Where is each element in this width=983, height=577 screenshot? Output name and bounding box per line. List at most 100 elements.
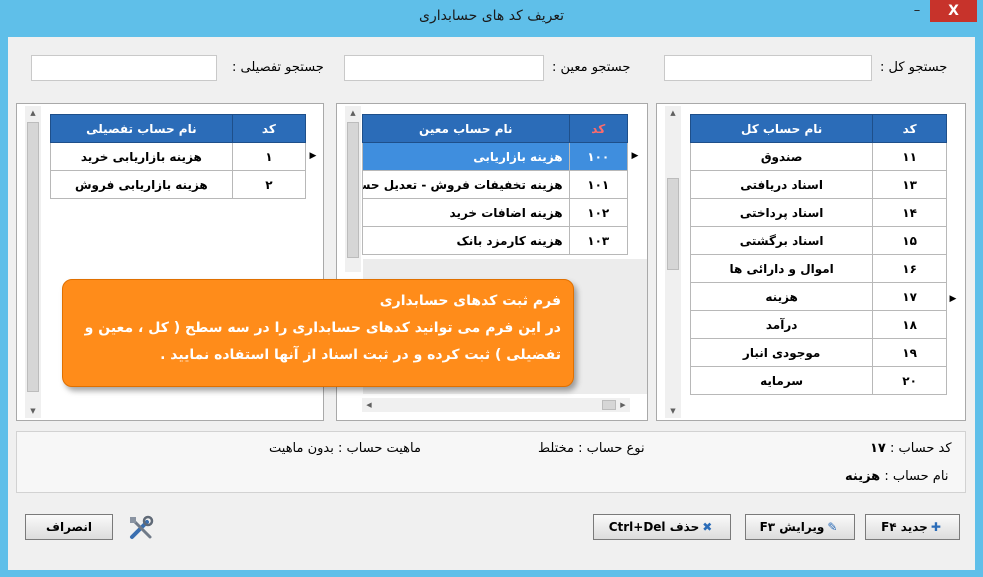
delete-x-icon: ✖ [702,520,713,534]
cell-code: ۱۸ [872,310,947,339]
search-general-label: جستجو کل : [880,60,948,75]
scroll-thumb[interactable] [667,178,679,270]
cell-code: ۱۰۰ [568,142,629,171]
window-title: تعریف کد های حسابداری [419,8,564,24]
account-code-field: کد حساب : ۱۷ [870,441,952,456]
row-indicator-icon: ▶ [631,151,639,161]
cell-code: ۲۰ [872,366,947,395]
moein-name-header[interactable]: نام حساب معین [362,114,570,143]
cell-name: هزینه تخفیفات فروش - تعدیل حسا [362,170,570,199]
scroll-down-arrow-icon[interactable]: ▼ [25,404,41,418]
cell-code: ۱۹ [872,338,947,367]
cell-code: ۲ [231,170,307,199]
cell-code: ۱۵ [872,226,947,255]
account-details-panel [16,431,966,493]
table-row[interactable]: ۱۵ اسناد برگشتی [689,226,947,255]
general-accounts-grid: کد نام حساب کل ۱۱ صندوق ۱۳ اسناد دریافتی ۱… [689,114,947,395]
search-moein-label: جستجو معین : [552,60,631,75]
general-name-header[interactable]: نام حساب کل [689,114,874,143]
account-type-label: نوع حساب : [578,441,645,456]
account-type-value: مختلط [538,441,574,456]
table-row[interactable]: ۱۰۰ هزینه بازاریابی [362,142,629,171]
cell-code: ۱۱ [872,142,947,171]
cell-code: ۱۶ [872,254,947,283]
table-row[interactable]: ۱۰۲ هزینه اضافات خرید [362,198,629,227]
help-tooltip: فرم ثبت کدهای حسابداری در این فرم می توا… [62,279,574,387]
tooltip-line: در این فرم می توانید کدهای حسابداری را د… [84,320,561,336]
cell-name: صندوق [689,142,874,171]
edit-button[interactable]: ✎ویرایش F۳ [745,514,855,540]
tafsili-name-header[interactable]: نام حساب تفصیلی [50,114,233,143]
table-row[interactable]: ۱۶ اموال و دارائی ها [689,254,947,283]
search-moein-input[interactable] [344,55,544,81]
cell-name: هزینه [689,282,874,311]
account-nature-field: ماهیت حساب : بدون ماهیت [269,441,421,456]
new-button[interactable]: ✚جدید F۴ [865,514,960,540]
account-type-field: نوع حساب : مختلط [538,441,645,456]
table-row[interactable]: ۱۴ اسناد پرداختی [689,198,947,227]
table-row[interactable]: ۱۱ صندوق [689,142,947,171]
table-row[interactable]: ۱۰۱ هزینه تخفیفات فروش - تعدیل حسا [362,170,629,199]
account-name-field: نام حساب : هزینه [845,469,948,484]
scroll-up-arrow-icon[interactable]: ▲ [345,106,361,120]
cell-name: هزینه بازاریابی خرید [50,142,233,171]
new-icon: ✚ [930,520,941,534]
cell-code: ۱۳ [872,170,947,199]
delete-button[interactable]: ✖حذف Ctrl+Del [593,514,731,540]
moein-code-header[interactable]: کد [568,114,629,143]
search-tafsili-label: جستجو تفصیلی : [232,60,324,75]
cell-code: ۱۰۲ [568,198,629,227]
tafsili-accounts-grid: کد نام حساب تفصیلی ۱ هزینه بازاریابی خرید… [50,114,307,199]
table-row[interactable]: ۱۹ موجودی انبار [689,338,947,367]
cell-name: اموال و دارائی ها [689,254,874,283]
table-row[interactable]: ۱۰۳ هزینه کارمزد بانک [362,226,629,255]
cell-name: هزینه بازاریابی فروش [50,170,233,199]
search-tafsili-input[interactable] [31,55,217,81]
scroll-thumb[interactable] [602,400,616,410]
general-vscrollbar[interactable]: ▲ ▼ [665,106,681,418]
cell-code: ۱۷ [872,282,947,311]
scroll-up-arrow-icon[interactable]: ▲ [665,106,681,120]
cell-code: ۱۴ [872,198,947,227]
account-nature-label: ماهیت حساب : [338,441,421,456]
cancel-button[interactable]: انصراف [25,514,113,540]
account-code-value: ۱۷ [870,441,886,456]
scroll-left-arrow-icon[interactable]: ◀ [362,398,376,412]
cell-name: هزینه اضافات خرید [362,198,570,227]
minimize-button[interactable]: – [908,4,926,22]
scroll-right-arrow-icon[interactable]: ▶ [616,398,630,412]
account-nature-value: بدون ماهیت [269,441,334,456]
scroll-up-arrow-icon[interactable]: ▲ [25,106,41,120]
moein-hscrollbar[interactable]: ◀ ▶ [362,398,630,412]
close-button[interactable]: X [930,0,977,22]
moein-accounts-grid: کد نام حساب معین ۱۰۰ هزینه بازاریابی ۱۰۱ ه… [362,114,629,255]
edit-button-label: ویرایش F۳ [759,520,825,534]
pencil-icon: ✎ [827,520,838,534]
tooltip-line: تفضیلی ) ثبت کرده و در ثبت اسناد از آنها… [160,347,561,363]
tafsili-code-header[interactable]: کد [231,114,307,143]
table-row[interactable]: ۲ هزینه بازاریابی فروش [50,170,307,199]
cell-name: اسناد دریافتی [689,170,874,199]
table-row[interactable]: ۱۳ اسناد دریافتی [689,170,947,199]
row-indicator-icon: ▶ [949,294,957,304]
tools-icon[interactable] [127,514,155,542]
account-name-label: نام حساب : [884,469,949,484]
title-bar[interactable]: تعریف کد های حسابداری – X [0,0,983,36]
delete-button-label: حذف Ctrl+Del [608,520,700,534]
cell-name: اسناد برگشتی [689,226,874,255]
general-code-header[interactable]: کد [872,114,947,143]
cell-name: هزینه کارمزد بانک [362,226,570,255]
search-general-input[interactable] [664,55,872,81]
scroll-down-arrow-icon[interactable]: ▼ [665,404,681,418]
cell-name: هزینه بازاریابی [362,142,570,171]
account-name-value: هزینه [845,469,881,484]
table-row[interactable]: ۱۸ درآمد [689,310,947,339]
table-row[interactable]: ۱ هزینه بازاریابی خرید [50,142,307,171]
table-row[interactable]: ۲۰ سرمایه [689,366,947,395]
tafsili-vscrollbar[interactable]: ▲ ▼ [25,106,41,418]
scroll-thumb[interactable] [27,122,39,392]
table-row[interactable]: ۱۷ هزینه [689,282,947,311]
moein-vscrollbar[interactable]: ▲ [345,106,361,272]
cell-code: ۱ [231,142,307,171]
scroll-thumb[interactable] [347,122,359,258]
